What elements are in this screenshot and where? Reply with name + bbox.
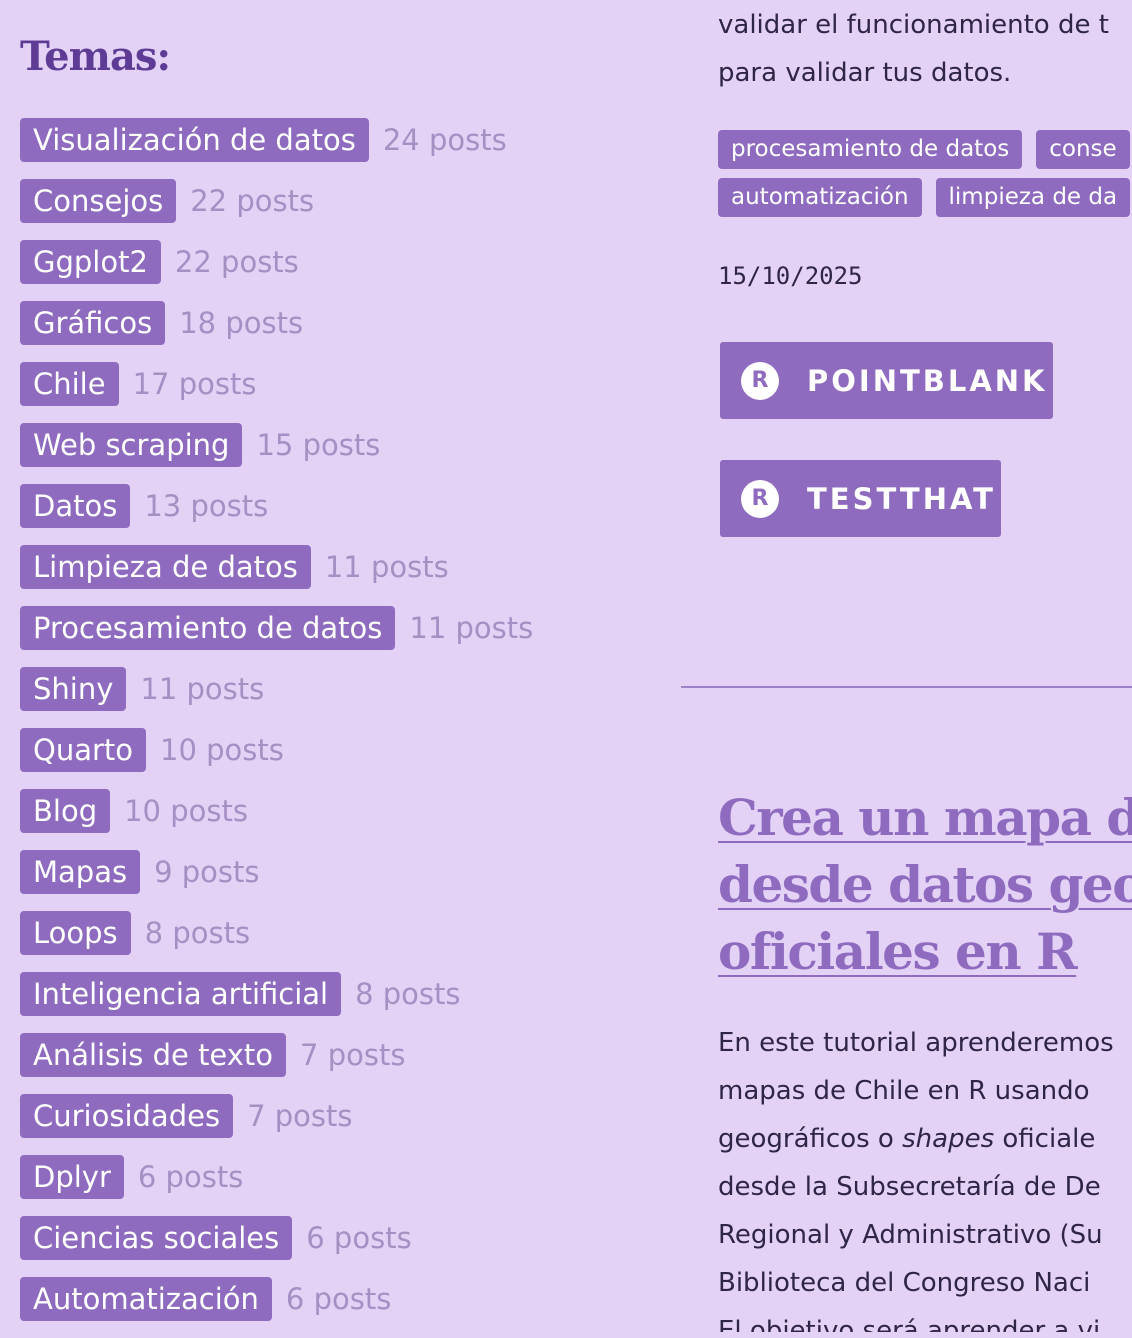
topic-row: Web scraping 15 posts xyxy=(20,423,660,467)
topic-post-count: 7 posts xyxy=(247,1099,353,1133)
topic-post-count: 7 posts xyxy=(300,1038,406,1072)
topic-post-count: 8 posts xyxy=(144,916,251,950)
posts-list: validar el funcionamiento de t para vali… xyxy=(718,0,1132,1332)
topic-post-count: 17 posts xyxy=(132,367,257,401)
topic-row: Dplyr 6 posts xyxy=(20,1155,660,1199)
topic-tag-link[interactable]: Datos xyxy=(20,484,131,528)
topic-row: Shiny 11 posts xyxy=(20,667,660,711)
topic-row: Gráficos 18 posts xyxy=(20,301,660,345)
topic-tag-link[interactable]: Quarto xyxy=(20,728,147,772)
topic-row: Ggplot2 22 posts xyxy=(20,240,660,284)
topic-tag-link[interactable]: Automatización xyxy=(20,1277,272,1321)
topic-tag-link[interactable]: Ciencias sociales xyxy=(20,1216,293,1260)
topic-row: Limpieza de datos 11 posts xyxy=(20,545,660,589)
topic-post-count: 24 posts xyxy=(382,123,507,157)
topic-row: Procesamiento de datos 11 posts xyxy=(20,606,660,650)
topic-post-count: 11 posts xyxy=(140,672,265,706)
topic-row: Mapas 9 posts xyxy=(20,850,660,894)
post-tag-link[interactable]: conse xyxy=(1036,130,1130,169)
topic-post-count: 8 posts xyxy=(355,977,461,1011)
topic-row: Quarto 10 posts xyxy=(20,728,660,772)
summary-line: desde la Subsecretaría de De xyxy=(718,1172,1101,1202)
topic-post-count: 6 posts xyxy=(137,1160,244,1194)
topic-row: Inteligencia artificial 8 posts xyxy=(20,972,660,1016)
r-logo-icon: R xyxy=(741,479,779,518)
post-tag-row: automatización limpieza de da xyxy=(718,178,1132,217)
post-tag-link[interactable]: automatización xyxy=(718,178,922,217)
topics-heading: Temas: xyxy=(20,33,171,80)
previous-post-tags: procesamiento de datos conse automatizac… xyxy=(718,130,1132,226)
topic-post-count: 10 posts xyxy=(160,733,284,767)
topic-tag-link[interactable]: Shiny xyxy=(20,667,127,711)
topics-sidebar: Temas: Visualización de datos 24 posts Co… xyxy=(20,28,660,1338)
topic-post-count: 22 posts xyxy=(174,245,299,279)
package-button-testthat[interactable]: R TESTTHAT xyxy=(720,460,1001,537)
topic-tag-link[interactable]: Curiosidades xyxy=(20,1094,234,1138)
topic-post-count: 13 posts xyxy=(144,489,269,523)
topic-tag-link[interactable]: Loops xyxy=(20,911,131,955)
topic-post-count: 11 posts xyxy=(324,550,449,584)
package-label: TESTTHAT xyxy=(807,481,996,516)
topic-tag-link[interactable]: Dplyr xyxy=(20,1155,124,1199)
title-line: oficiales en R xyxy=(718,922,1078,981)
topic-tag-link[interactable]: Limpieza de datos xyxy=(20,545,311,589)
topic-row: Ciencias sociales 6 posts xyxy=(20,1216,660,1260)
topic-row: Consejos 22 posts xyxy=(20,179,660,223)
topic-post-count: 18 posts xyxy=(179,306,304,340)
summary-line: geográficos o shapes oficiale xyxy=(718,1124,1096,1154)
topic-post-count: 22 posts xyxy=(190,184,315,218)
topic-row: Datos 13 posts xyxy=(20,484,660,528)
topic-row: Blog 10 posts xyxy=(20,789,660,833)
topic-tag-link[interactable]: Procesamiento de datos xyxy=(20,606,396,650)
post-tag-link[interactable]: procesamiento de datos xyxy=(718,130,1023,169)
summary-line: validar el funcionamiento de t xyxy=(718,10,1109,40)
post-date: 15/10/2025 xyxy=(718,262,863,290)
topic-row: Automatización 6 posts xyxy=(20,1277,660,1321)
topic-tag-link[interactable]: Visualización de datos xyxy=(20,118,369,162)
summary-line: Regional y Administrativo (Su xyxy=(718,1220,1103,1250)
topic-tag-link[interactable]: Mapas xyxy=(20,850,141,894)
title-line: Crea un mapa de C xyxy=(718,788,1132,847)
topic-post-count: 9 posts xyxy=(154,855,260,889)
r-logo-icon: R xyxy=(741,361,779,400)
topic-tag-link[interactable]: Blog xyxy=(20,789,111,833)
topic-row: Loops 8 posts xyxy=(20,911,660,955)
topic-tag-link[interactable]: Ggplot2 xyxy=(20,240,161,284)
post-tag-row: procesamiento de datos conse xyxy=(718,130,1132,169)
post-divider xyxy=(681,686,1132,688)
summary-line: para validar tus datos. xyxy=(718,58,1012,88)
topic-row: Chile 17 posts xyxy=(20,362,660,406)
previous-post-summary: validar el funcionamiento de t para vali… xyxy=(718,1,1109,97)
topic-post-count: 10 posts xyxy=(124,794,248,828)
topics-tag-list: Visualización de datos 24 posts Consejos 2… xyxy=(20,118,660,1321)
post-summary: En este tutorial aprenderemos mapas de C… xyxy=(718,1019,1114,1332)
topic-post-count: 11 posts xyxy=(409,611,534,645)
post-tag-link[interactable]: limpieza de da xyxy=(935,178,1131,217)
emphasis-text: shapes xyxy=(902,1124,995,1154)
package-label: POINTBLANK xyxy=(807,363,1048,398)
topic-row: Análisis de texto 7 posts xyxy=(20,1033,660,1077)
topic-tag-link[interactable]: Chile xyxy=(20,362,119,406)
topic-row: Curiosidades 7 posts xyxy=(20,1094,660,1138)
topic-post-count: 15 posts xyxy=(256,428,381,462)
topic-tag-link[interactable]: Análisis de texto xyxy=(20,1033,287,1077)
topic-tag-link[interactable]: Web scraping xyxy=(20,423,243,467)
package-button-pointblank[interactable]: R POINTBLANK xyxy=(720,342,1053,419)
post-title-link[interactable]: Crea un mapa de C desde datos geoesp ofici… xyxy=(718,784,1132,985)
summary-line: El objetivo será aprender a vi xyxy=(718,1316,1101,1332)
summary-line: mapas de Chile en R usando xyxy=(718,1076,1090,1106)
topic-tag-link[interactable]: Inteligencia artificial xyxy=(20,972,342,1016)
topic-post-count: 6 posts xyxy=(306,1221,412,1255)
topic-tag-link[interactable]: Consejos xyxy=(20,179,177,223)
title-line: desde datos geoesp xyxy=(718,855,1132,914)
summary-line: En este tutorial aprenderemos xyxy=(718,1028,1114,1058)
topic-post-count: 6 posts xyxy=(285,1282,392,1316)
topic-row: Visualización de datos 24 posts xyxy=(20,118,660,162)
topic-tag-link[interactable]: Gráficos xyxy=(20,301,166,345)
summary-line: Biblioteca del Congreso Naci xyxy=(718,1268,1091,1298)
